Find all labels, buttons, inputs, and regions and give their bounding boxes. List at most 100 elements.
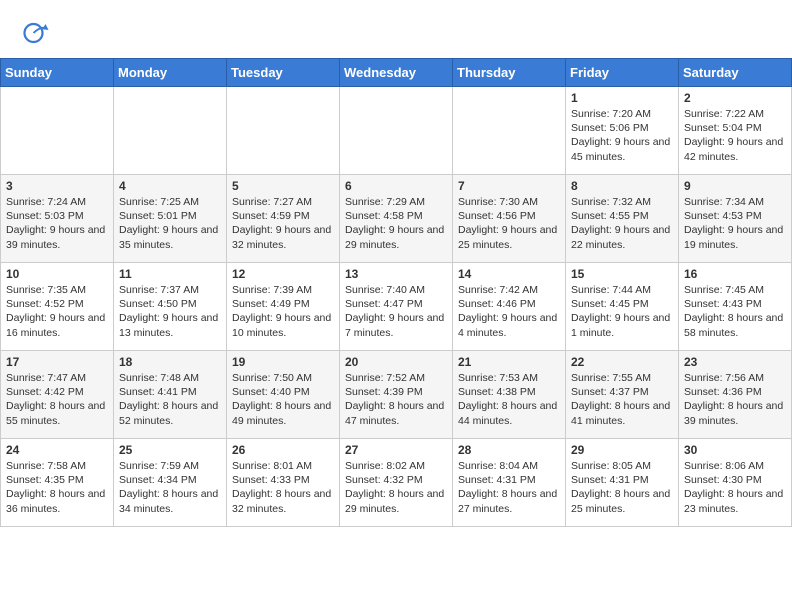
day-cell: 28 Sunrise: 8:04 AM Sunset: 4:31 PM Dayli… [453, 439, 566, 527]
day-info: Sunrise: 8:06 AM Sunset: 4:30 PM Dayligh… [684, 459, 786, 516]
day-info: Sunrise: 7:37 AM Sunset: 4:50 PM Dayligh… [119, 283, 221, 340]
day-info: Sunrise: 7:56 AM Sunset: 4:36 PM Dayligh… [684, 371, 786, 428]
day-info: Sunrise: 7:25 AM Sunset: 5:01 PM Dayligh… [119, 195, 221, 252]
day-cell: 16 Sunrise: 7:45 AM Sunset: 4:43 PM Dayli… [679, 263, 792, 351]
day-info: Sunrise: 8:05 AM Sunset: 4:31 PM Dayligh… [571, 459, 673, 516]
day-info: Sunrise: 8:04 AM Sunset: 4:31 PM Dayligh… [458, 459, 560, 516]
day-cell: 5 Sunrise: 7:27 AM Sunset: 4:59 PM Daylig… [227, 175, 340, 263]
day-info: Sunrise: 7:52 AM Sunset: 4:39 PM Dayligh… [345, 371, 447, 428]
day-number: 2 [684, 91, 786, 105]
day-number: 19 [232, 355, 334, 369]
day-info: Sunrise: 7:50 AM Sunset: 4:40 PM Dayligh… [232, 371, 334, 428]
day-cell: 11 Sunrise: 7:37 AM Sunset: 4:50 PM Dayli… [114, 263, 227, 351]
day-info: Sunrise: 7:55 AM Sunset: 4:37 PM Dayligh… [571, 371, 673, 428]
day-info: Sunrise: 7:24 AM Sunset: 5:03 PM Dayligh… [6, 195, 108, 252]
day-cell: 21 Sunrise: 7:53 AM Sunset: 4:38 PM Dayli… [453, 351, 566, 439]
day-info: Sunrise: 7:53 AM Sunset: 4:38 PM Dayligh… [458, 371, 560, 428]
weekday-saturday: Saturday [679, 59, 792, 87]
day-number: 30 [684, 443, 786, 457]
day-number: 29 [571, 443, 673, 457]
weekday-monday: Monday [114, 59, 227, 87]
weekday-sunday: Sunday [1, 59, 114, 87]
day-cell: 13 Sunrise: 7:40 AM Sunset: 4:47 PM Dayli… [340, 263, 453, 351]
day-cell [453, 87, 566, 175]
day-number: 20 [345, 355, 447, 369]
day-info: Sunrise: 8:02 AM Sunset: 4:32 PM Dayligh… [345, 459, 447, 516]
day-info: Sunrise: 7:45 AM Sunset: 4:43 PM Dayligh… [684, 283, 786, 340]
day-cell: 9 Sunrise: 7:34 AM Sunset: 4:53 PM Daylig… [679, 175, 792, 263]
day-number: 14 [458, 267, 560, 281]
day-number: 4 [119, 179, 221, 193]
day-cell: 23Sunrise: 7:56 AM Sunset: 4:36 PM Dayli… [679, 351, 792, 439]
weekday-wednesday: Wednesday [340, 59, 453, 87]
day-cell: 29 Sunrise: 8:05 AM Sunset: 4:31 PM Dayli… [566, 439, 679, 527]
day-cell: 2 Sunrise: 7:22 AM Sunset: 5:04 PM Daylig… [679, 87, 792, 175]
day-number: 9 [684, 179, 786, 193]
day-info: Sunrise: 7:32 AM Sunset: 4:55 PM Dayligh… [571, 195, 673, 252]
page: SundayMondayTuesdayWednesdayThursdayFrid… [0, 0, 792, 612]
day-cell [340, 87, 453, 175]
header [0, 0, 792, 54]
day-number: 28 [458, 443, 560, 457]
day-number: 12 [232, 267, 334, 281]
day-info: Sunrise: 7:34 AM Sunset: 4:53 PM Dayligh… [684, 195, 786, 252]
day-number: 27 [345, 443, 447, 457]
weekday-header-row: SundayMondayTuesdayWednesdayThursdayFrid… [1, 59, 792, 87]
day-cell: 24Sunrise: 7:58 AM Sunset: 4:35 PM Dayli… [1, 439, 114, 527]
day-number: 17 [6, 355, 108, 369]
day-info: Sunrise: 7:20 AM Sunset: 5:06 PM Dayligh… [571, 107, 673, 164]
day-number: 11 [119, 267, 221, 281]
day-number: 18 [119, 355, 221, 369]
day-number: 5 [232, 179, 334, 193]
day-number: 25 [119, 443, 221, 457]
day-cell: 20 Sunrise: 7:52 AM Sunset: 4:39 PM Dayli… [340, 351, 453, 439]
day-cell: 25Sunrise: 7:59 AM Sunset: 4:34 PM Dayli… [114, 439, 227, 527]
day-info: Sunrise: 7:30 AM Sunset: 4:56 PM Dayligh… [458, 195, 560, 252]
day-cell: 22 Sunrise: 7:55 AM Sunset: 4:37 PM Dayli… [566, 351, 679, 439]
day-cell: 7 Sunrise: 7:30 AM Sunset: 4:56 PM Daylig… [453, 175, 566, 263]
week-row-4: 17Sunrise: 7:47 AM Sunset: 4:42 PM Dayli… [1, 351, 792, 439]
day-number: 21 [458, 355, 560, 369]
day-number: 10 [6, 267, 108, 281]
day-cell: 26Sunrise: 8:01 AM Sunset: 4:33 PM Dayli… [227, 439, 340, 527]
day-info: Sunrise: 7:40 AM Sunset: 4:47 PM Dayligh… [345, 283, 447, 340]
weekday-tuesday: Tuesday [227, 59, 340, 87]
day-cell: 17Sunrise: 7:47 AM Sunset: 4:42 PM Dayli… [1, 351, 114, 439]
day-cell: 10Sunrise: 7:35 AM Sunset: 4:52 PM Dayli… [1, 263, 114, 351]
day-info: Sunrise: 7:27 AM Sunset: 4:59 PM Dayligh… [232, 195, 334, 252]
logo [20, 18, 54, 48]
day-info: Sunrise: 8:01 AM Sunset: 4:33 PM Dayligh… [232, 459, 334, 516]
day-info: Sunrise: 7:29 AM Sunset: 4:58 PM Dayligh… [345, 195, 447, 252]
day-cell: 12Sunrise: 7:39 AM Sunset: 4:49 PM Dayli… [227, 263, 340, 351]
week-row-2: 3 Sunrise: 7:24 AM Sunset: 5:03 PM Daylig… [1, 175, 792, 263]
day-cell: 3 Sunrise: 7:24 AM Sunset: 5:03 PM Daylig… [1, 175, 114, 263]
day-cell [1, 87, 114, 175]
weekday-friday: Friday [566, 59, 679, 87]
day-cell: 14 Sunrise: 7:42 AM Sunset: 4:46 PM Dayli… [453, 263, 566, 351]
day-cell: 19 Sunrise: 7:50 AM Sunset: 4:40 PM Dayli… [227, 351, 340, 439]
day-number: 1 [571, 91, 673, 105]
day-cell: 6 Sunrise: 7:29 AM Sunset: 4:58 PM Daylig… [340, 175, 453, 263]
day-number: 6 [345, 179, 447, 193]
calendar-table: SundayMondayTuesdayWednesdayThursdayFrid… [0, 58, 792, 527]
day-cell [114, 87, 227, 175]
day-info: Sunrise: 7:42 AM Sunset: 4:46 PM Dayligh… [458, 283, 560, 340]
day-cell: 18Sunrise: 7:48 AM Sunset: 4:41 PM Dayli… [114, 351, 227, 439]
week-row-5: 24Sunrise: 7:58 AM Sunset: 4:35 PM Dayli… [1, 439, 792, 527]
day-cell: 1 Sunrise: 7:20 AM Sunset: 5:06 PM Daylig… [566, 87, 679, 175]
day-number: 24 [6, 443, 108, 457]
logo-icon [20, 18, 50, 48]
week-row-1: 1 Sunrise: 7:20 AM Sunset: 5:06 PM Daylig… [1, 87, 792, 175]
day-number: 16 [684, 267, 786, 281]
day-info: Sunrise: 7:44 AM Sunset: 4:45 PM Dayligh… [571, 283, 673, 340]
day-cell: 27 Sunrise: 8:02 AM Sunset: 4:32 PM Dayli… [340, 439, 453, 527]
day-cell: 4 Sunrise: 7:25 AM Sunset: 5:01 PM Daylig… [114, 175, 227, 263]
day-number: 13 [345, 267, 447, 281]
day-number: 3 [6, 179, 108, 193]
day-cell: 15Sunrise: 7:44 AM Sunset: 4:45 PM Dayli… [566, 263, 679, 351]
day-cell [227, 87, 340, 175]
day-number: 7 [458, 179, 560, 193]
week-row-3: 10Sunrise: 7:35 AM Sunset: 4:52 PM Dayli… [1, 263, 792, 351]
day-info: Sunrise: 7:22 AM Sunset: 5:04 PM Dayligh… [684, 107, 786, 164]
day-number: 22 [571, 355, 673, 369]
